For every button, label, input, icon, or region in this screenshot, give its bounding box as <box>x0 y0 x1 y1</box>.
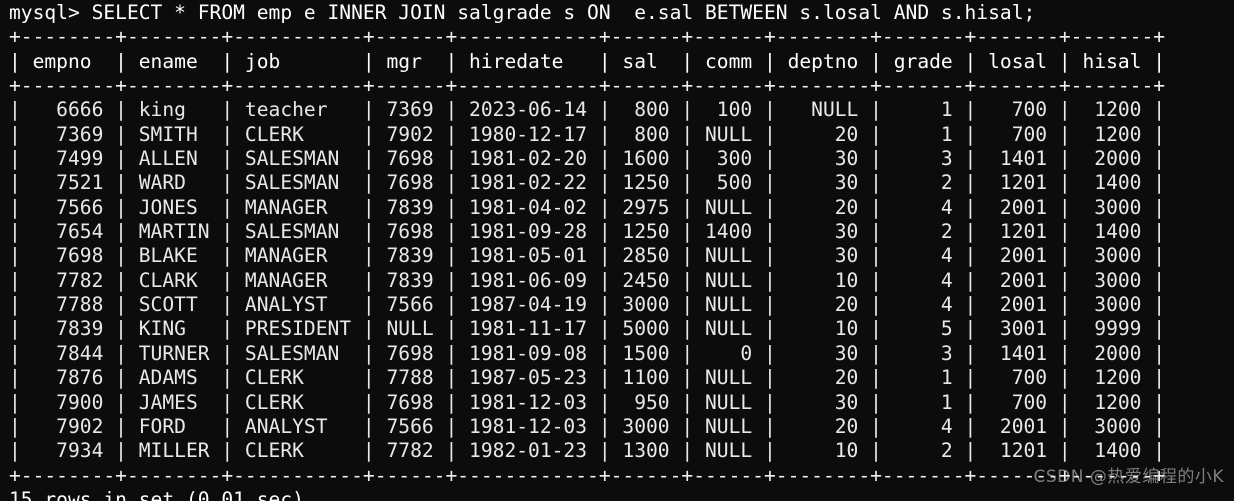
table-row: | 7698 | BLAKE | MANAGER | 7839 | 1981-0… <box>9 244 1166 268</box>
terminal-window[interactable]: mysql> SELECT * FROM emp e INNER JOIN sa… <box>0 0 1234 501</box>
table-row: | 7844 | TURNER | SALESMAN | 7698 | 1981… <box>9 341 1166 365</box>
table-row: | 7876 | ADAMS | CLERK | 7788 | 1987-05-… <box>9 366 1166 390</box>
table-row: | 7654 | MARTIN | SALESMAN | 7698 | 1981… <box>9 220 1166 244</box>
table-row: | 7782 | CLARK | MANAGER | 7839 | 1981-0… <box>9 268 1166 292</box>
table-row: | 7521 | WARD | SALESMAN | 7698 | 1981-0… <box>9 171 1166 195</box>
terminal-screen: mysql> SELECT * FROM emp e INNER JOIN sa… <box>9 1 1165 501</box>
table-rule-bottom: +--------+--------+-----------+------+--… <box>9 463 1166 487</box>
table-row: | 7566 | JONES | MANAGER | 7839 | 1981-0… <box>9 195 1166 219</box>
table-rule-header: +--------+--------+-----------+------+--… <box>9 74 1166 98</box>
table-row: | 6666 | king | teacher | 7369 | 2023-06… <box>9 98 1166 122</box>
table-row: | 7788 | SCOTT | ANALYST | 7566 | 1987-0… <box>9 293 1166 317</box>
command-line: mysql> SELECT * FROM emp e INNER JOIN sa… <box>9 1 1036 24</box>
table-row: | 7900 | JAMES | CLERK | 7698 | 1981-12-… <box>9 390 1166 414</box>
table-row: | 7839 | KING | PRESIDENT | NULL | 1981-… <box>9 317 1166 341</box>
table-row: | 7499 | ALLEN | SALESMAN | 7698 | 1981-… <box>9 147 1166 171</box>
table-row: | 7902 | FORD | ANALYST | 7566 | 1981-12… <box>9 414 1166 438</box>
result-status: 15 rows in set (0.01 sec) <box>9 487 304 501</box>
table-header-row: | empno | ename | job | mgr | hiredate |… <box>9 49 1166 73</box>
table-rule-top: +--------+--------+-----------+------+--… <box>9 25 1166 49</box>
table-row: | 7934 | MILLER | CLERK | 7782 | 1982-01… <box>9 439 1166 463</box>
table-row: | 7369 | SMITH | CLERK | 7902 | 1980-12-… <box>9 122 1166 146</box>
